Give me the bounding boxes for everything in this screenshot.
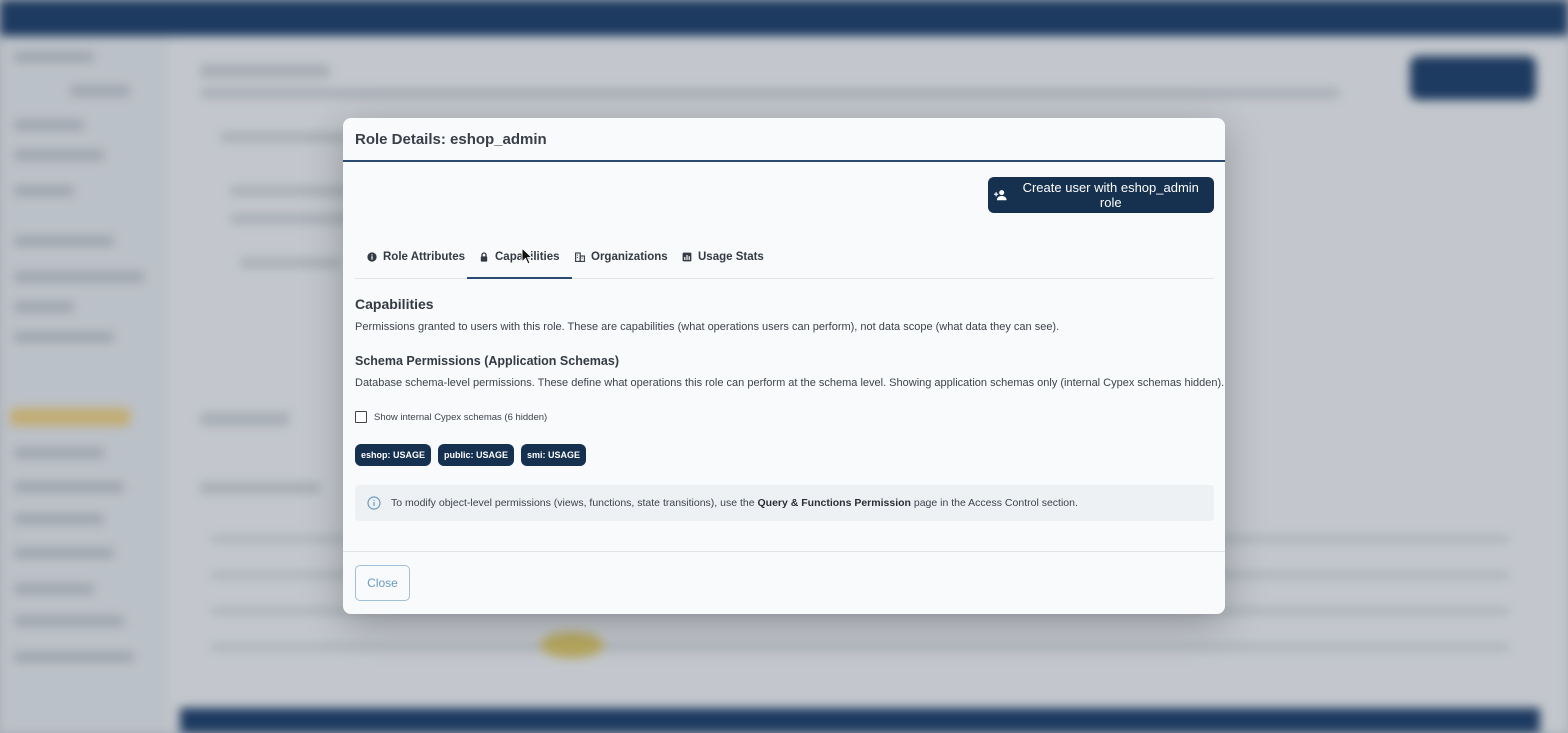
role-details-modal: Role Details: eshop_admin Create user wi… xyxy=(343,118,1225,614)
tab-label: Usage Stats xyxy=(698,251,764,263)
tab-organizations[interactable]: Organizations xyxy=(575,236,668,278)
schema-chip: smi: USAGE xyxy=(521,444,587,466)
person-add-icon xyxy=(994,190,1007,201)
info-text-before: To modify object-level permissions (view… xyxy=(391,497,755,509)
query-functions-permission-link[interactable]: Query & Functions Permission xyxy=(758,497,911,509)
info-circle-icon xyxy=(367,252,377,262)
create-user-button[interactable]: Create user with eshop_admin role xyxy=(988,177,1214,213)
schema-permission-chips: eshop: USAGE public: USAGE smi: USAGE xyxy=(355,444,587,466)
schema-chip: public: USAGE xyxy=(438,444,515,466)
chart-icon xyxy=(682,252,692,262)
building-icon xyxy=(575,252,585,262)
tab-label: Role Attributes xyxy=(383,251,465,263)
modal-title: Role Details: eshop_admin xyxy=(355,130,547,148)
capabilities-heading: Capabilities xyxy=(355,296,434,312)
schema-permissions-heading: Schema Permissions (Application Schemas) xyxy=(355,354,619,368)
mouse-cursor-icon xyxy=(521,247,533,265)
show-internal-schemas-label[interactable]: Show internal Cypex schemas (6 hidden) xyxy=(374,412,547,423)
create-user-button-label: Create user with eshop_admin role xyxy=(1022,180,1199,210)
show-internal-schemas-checkbox[interactable] xyxy=(355,411,367,423)
capabilities-description: Permissions granted to users with this r… xyxy=(355,321,1060,333)
close-button[interactable]: Close xyxy=(355,565,410,601)
info-text-after: page in the Access Control section. xyxy=(913,497,1078,509)
role-tabs: Role Attributes Capabilities Organizatio… xyxy=(355,236,1214,279)
tab-label: Organizations xyxy=(591,251,668,263)
tab-role-attributes[interactable]: Role Attributes xyxy=(367,236,465,278)
info-alert: To modify object-level permissions (view… xyxy=(355,485,1214,521)
info-outline-icon xyxy=(367,496,381,510)
footer-divider xyxy=(343,551,1225,552)
modal-header: Role Details: eshop_admin xyxy=(343,118,1225,162)
info-text: To modify object-level permissions (view… xyxy=(391,497,1078,509)
tab-usage-stats[interactable]: Usage Stats xyxy=(682,236,764,278)
schema-chip: eshop: USAGE xyxy=(355,444,432,466)
show-internal-schemas-row: Show internal Cypex schemas (6 hidden) xyxy=(355,411,547,423)
lock-icon xyxy=(480,252,488,262)
schema-permissions-description: Database schema-level permissions. These… xyxy=(355,377,1225,389)
tab-capabilities[interactable]: Capabilities xyxy=(467,236,572,279)
